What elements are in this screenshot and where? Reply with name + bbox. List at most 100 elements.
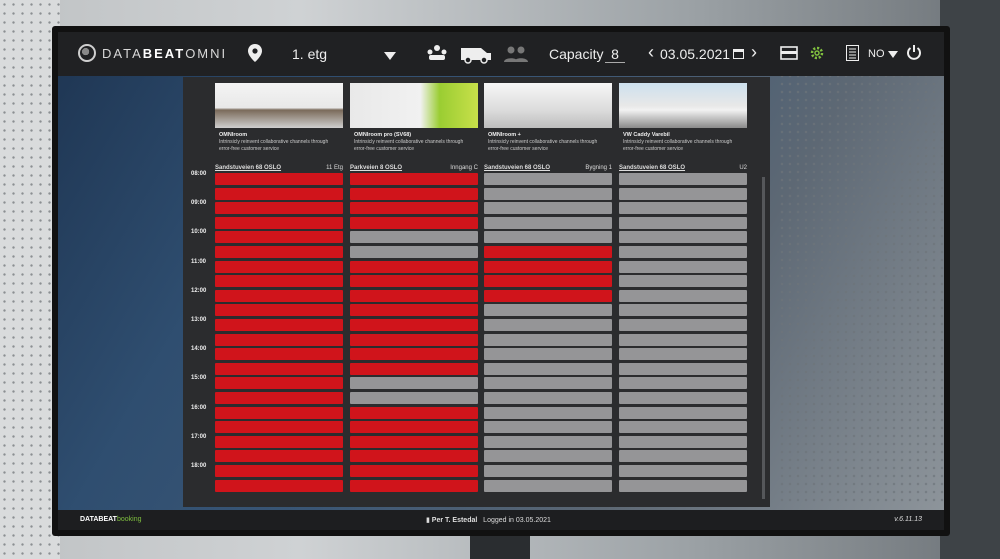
resource-card[interactable]: OMNIroom pro (SV68) Intrinsicly reinvent … — [350, 83, 478, 203]
resource-address[interactable]: Parkveien 8 OSLO — [350, 165, 402, 171]
free-slot[interactable] — [484, 465, 612, 477]
free-slot[interactable] — [619, 333, 747, 346]
free-slot[interactable] — [484, 392, 612, 404]
free-slot[interactable] — [619, 216, 747, 229]
booked-slot[interactable] — [215, 450, 343, 463]
free-slot[interactable] — [619, 362, 747, 375]
booked-slot[interactable] — [215, 319, 343, 331]
booked-slot[interactable] — [350, 450, 478, 463]
booked-slot[interactable] — [350, 202, 478, 215]
booked-slot[interactable] — [350, 479, 478, 492]
free-slot[interactable] — [619, 319, 747, 331]
booked-slot[interactable] — [215, 435, 343, 448]
booked-slot[interactable] — [215, 173, 343, 185]
booked-slot[interactable] — [350, 421, 478, 434]
booked-slot[interactable] — [215, 304, 343, 317]
free-slot[interactable] — [619, 392, 747, 404]
free-slot[interactable] — [484, 216, 612, 229]
booked-slot[interactable] — [215, 246, 343, 258]
free-slot[interactable] — [619, 465, 747, 477]
booked-slot[interactable] — [215, 333, 343, 346]
free-slot[interactable] — [619, 377, 747, 390]
booked-slot[interactable] — [350, 435, 478, 448]
people-icon[interactable] — [504, 44, 528, 64]
free-slot[interactable] — [350, 231, 478, 244]
booked-slot[interactable] — [215, 289, 343, 302]
booked-slot[interactable] — [350, 216, 478, 229]
booked-slot[interactable] — [350, 406, 478, 419]
calendar-icon[interactable] — [733, 48, 744, 59]
free-slot[interactable] — [484, 377, 612, 390]
free-slot[interactable] — [484, 479, 612, 492]
booked-slot[interactable] — [350, 187, 478, 200]
booked-slot[interactable] — [350, 304, 478, 317]
prev-date-button[interactable]: ‹ — [648, 42, 654, 63]
free-slot[interactable] — [619, 231, 747, 244]
resource-address[interactable]: Sandstuveien 68 OSLO — [484, 165, 550, 171]
van-icon[interactable] — [459, 44, 493, 64]
free-slot[interactable] — [619, 187, 747, 200]
next-date-button[interactable]: › — [751, 42, 757, 63]
booked-slot[interactable] — [215, 348, 343, 361]
floor-dropdown-icon[interactable] — [384, 52, 396, 60]
booked-slot[interactable] — [215, 216, 343, 229]
booked-slot[interactable] — [215, 392, 343, 404]
free-slot[interactable] — [619, 173, 747, 185]
booked-slot[interactable] — [350, 319, 478, 331]
meeting-room-icon[interactable] — [426, 44, 448, 64]
booked-slot[interactable] — [350, 173, 478, 185]
booked-slot[interactable] — [350, 465, 478, 477]
free-slot[interactable] — [484, 304, 612, 317]
power-icon[interactable] — [906, 44, 922, 61]
language-selector[interactable]: NO — [868, 48, 885, 60]
booked-slot[interactable] — [215, 231, 343, 244]
resource-address[interactable]: Sandstuveien 68 OSLO — [619, 165, 685, 171]
free-slot[interactable] — [619, 275, 747, 288]
resource-card[interactable]: OMNIroom Intrinsicly reinvent collaborati… — [215, 83, 343, 203]
free-slot[interactable] — [484, 362, 612, 375]
free-slot[interactable] — [484, 421, 612, 434]
settings-gear-icon[interactable] — [809, 45, 825, 61]
free-slot[interactable] — [619, 348, 747, 361]
free-slot[interactable] — [350, 377, 478, 390]
free-slot[interactable] — [484, 406, 612, 419]
booked-slot[interactable] — [484, 275, 612, 288]
booked-slot[interactable] — [215, 406, 343, 419]
booked-slot[interactable] — [350, 348, 478, 361]
booked-slot[interactable] — [215, 202, 343, 215]
free-slot[interactable] — [619, 246, 747, 258]
booked-slot[interactable] — [484, 289, 612, 302]
date-display[interactable]: 03.05.2021 — [660, 46, 730, 62]
free-slot[interactable] — [484, 333, 612, 346]
free-slot[interactable] — [619, 435, 747, 448]
booked-slot[interactable] — [350, 362, 478, 375]
booked-slot[interactable] — [215, 187, 343, 200]
free-slot[interactable] — [484, 187, 612, 200]
free-slot[interactable] — [619, 406, 747, 419]
floor-selector[interactable]: 1. etg — [292, 46, 327, 62]
booked-slot[interactable] — [215, 275, 343, 288]
language-dropdown-icon[interactable] — [888, 51, 898, 58]
scrollbar[interactable] — [762, 177, 765, 499]
list-icon[interactable] — [846, 45, 859, 61]
free-slot[interactable] — [619, 479, 747, 492]
free-slot[interactable] — [484, 450, 612, 463]
free-slot[interactable] — [484, 202, 612, 215]
booked-slot[interactable] — [215, 421, 343, 434]
free-slot[interactable] — [350, 392, 478, 404]
booked-slot[interactable] — [350, 260, 478, 273]
free-slot[interactable] — [619, 304, 747, 317]
app-logo[interactable]: DATABEATOMNI — [78, 44, 227, 62]
capacity-input[interactable]: 8 — [605, 46, 625, 63]
free-slot[interactable] — [484, 231, 612, 244]
booked-slot[interactable] — [350, 333, 478, 346]
booked-slot[interactable] — [215, 260, 343, 273]
free-slot[interactable] — [484, 435, 612, 448]
free-slot[interactable] — [484, 173, 612, 185]
free-slot[interactable] — [484, 319, 612, 331]
location-pin-icon[interactable] — [248, 44, 262, 62]
resource-address[interactable]: Sandstuveien 68 OSLO — [215, 165, 281, 171]
resource-card[interactable]: VW Caddy Varebil Intrinsicly reinvent col… — [619, 83, 747, 203]
booked-slot[interactable] — [215, 377, 343, 390]
booked-slot[interactable] — [215, 465, 343, 477]
